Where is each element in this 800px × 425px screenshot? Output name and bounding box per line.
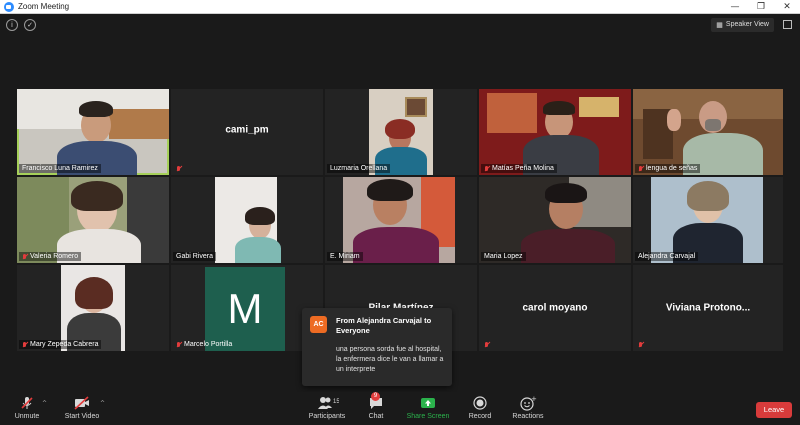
share-screen-button[interactable]: Share Screen [404,395,452,425]
participant-tile[interactable]: Alejandra Carvajal [633,177,783,263]
participant-tile[interactable]: Gabi Rivera [171,177,323,263]
info-icon[interactable]: i [6,19,18,31]
muted-mic-icon [10,395,44,411]
participant-tile[interactable]: Francisco Luna Ramirez [17,89,169,175]
participant-tile[interactable]: Luzmaria Orellana [325,89,477,175]
meeting-topbar: i ✓ ▦ Speaker View [0,14,800,36]
participant-name: Alejandra Carvajal [635,252,699,261]
chat-unread-badge: 9 [371,392,380,401]
chevron-up-icon[interactable]: ^ [42,400,47,407]
participant-name-center: cami_pm [225,124,269,136]
muted-mic-icon [484,165,490,172]
muted-mic-icon [176,341,182,348]
participants-count: 15 [333,399,339,405]
participant-avatar: M [205,267,285,351]
chat-sender: From Alejandra Carvajal to Everyone [336,316,432,335]
share-screen-icon [404,395,452,411]
participant-name: Luzmaria Orellana [327,164,391,173]
participant-name: Marcelo Portilla [173,340,235,349]
close-icon[interactable]: ✕ [774,0,800,14]
speaker-view-button[interactable]: ▦ Speaker View [711,18,774,32]
svg-text:+: + [531,395,537,403]
chat-notification[interactable]: AC From Alejandra Carvajal to Everyone u… [302,308,452,386]
chevron-up-icon[interactable]: ^ [100,400,105,407]
muted-mic-icon [176,166,182,172]
chat-button[interactable]: 9 Chat [362,392,390,425]
window-controls: — ❐ ✕ [722,0,800,14]
participant-name: Matías Peña Molina [481,164,557,173]
participant-tile[interactable]: Viviana Protono... [633,265,783,351]
participant-name-center: carol moyano [522,302,588,314]
participant-name: Valeria Romero [19,252,82,261]
participants-button[interactable]: 15 Participants [305,395,349,425]
sender-avatar: AC [310,316,327,333]
participant-tile[interactable]: carol moyano [479,265,631,351]
minimize-icon[interactable]: — [722,0,748,14]
unmute-button[interactable]: Unmute [10,395,44,425]
muted-mic-icon [22,253,28,260]
chat-message: una persona sorda fue al hospital, la en… [336,346,444,373]
window-titlebar: Zoom Meeting — ❐ ✕ [0,0,800,14]
participant-tile[interactable]: Matías Peña Molina [479,89,631,175]
participant-name: Gabi Rivera [173,252,216,261]
participant-name-center: Viviana Protono... [665,302,751,314]
participant-tile[interactable]: E. Miriam [325,177,477,263]
fullscreen-icon[interactable] [783,20,792,29]
start-video-button[interactable]: Start Video [62,395,102,425]
reactions-button[interactable]: + Reactions [508,395,548,425]
participant-tile[interactable]: M Marcelo Portilla [171,265,323,351]
participant-tile[interactable]: cami_pm [171,89,323,175]
restore-icon[interactable]: ❐ [748,0,774,14]
participant-name: Maria Lopez [481,252,526,261]
muted-mic-icon [22,341,28,348]
participants-icon: 15 [305,395,349,411]
record-button[interactable]: Record [465,395,495,425]
grid-icon: ▦ [716,21,723,29]
meeting-toolbar: Unmute ^ Start Video ^ 15 Participants 9… [0,392,800,425]
zoom-logo-icon [4,1,14,12]
record-icon [465,395,495,411]
smiley-plus-icon: + [508,395,548,411]
participant-tile[interactable]: Maria Lopez [479,177,631,263]
participant-name: Francisco Luna Ramirez [19,164,101,173]
participant-tile[interactable]: lengua de señas [633,89,783,175]
participant-name: lengua de señas [635,164,701,173]
participant-tile[interactable]: Valeria Romero [17,177,169,263]
shield-icon[interactable]: ✓ [24,19,36,31]
participant-name: Mary Zepeda Cabrera [19,340,102,349]
window-title: Zoom Meeting [18,2,70,11]
muted-mic-icon [638,342,644,348]
video-off-icon [62,395,102,411]
leave-button[interactable]: Leave [756,402,792,418]
participant-name: E. Miriam [327,252,363,261]
participant-tile[interactable]: Mary Zepeda Cabrera [17,265,169,351]
muted-mic-icon [484,342,490,348]
chat-icon: 9 [362,392,390,411]
muted-mic-icon [638,165,644,172]
